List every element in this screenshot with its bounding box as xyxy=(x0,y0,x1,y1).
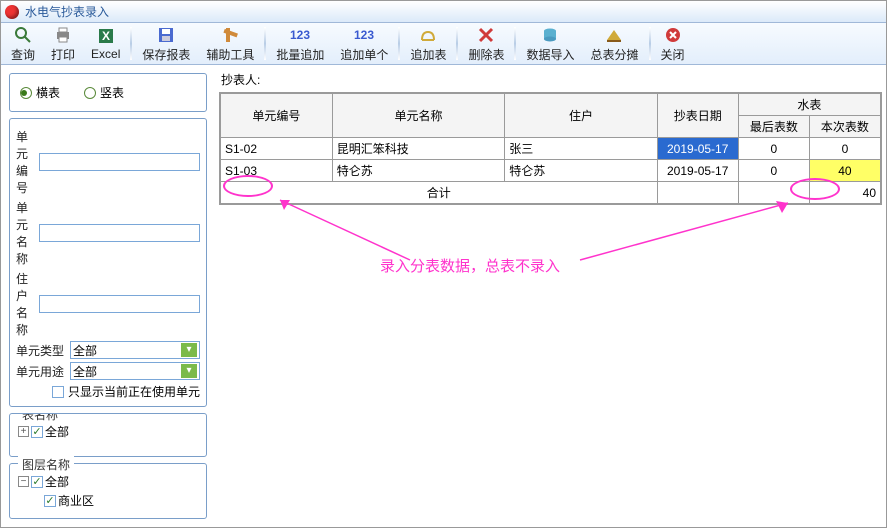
metername-legend: 表名称 xyxy=(18,413,62,423)
col-date[interactable]: 抄表日期 xyxy=(657,94,738,138)
query-icon xyxy=(14,25,32,45)
print-icon xyxy=(54,25,72,45)
tree-node[interactable]: ✓商业区 xyxy=(18,491,198,510)
unituse-select[interactable]: 全部▾ xyxy=(70,362,200,380)
delmeter-icon xyxy=(477,25,495,45)
import-button[interactable]: 数据导入 xyxy=(518,23,582,64)
batchadd-icon: 123 xyxy=(290,25,310,45)
onlyactive-checkbox[interactable] xyxy=(52,386,64,398)
svg-text:123: 123 xyxy=(290,28,310,42)
col-unitno[interactable]: 单元编号 xyxy=(221,94,333,138)
unittype-select[interactable]: 全部▾ xyxy=(70,341,200,359)
radio-horizontal[interactable]: 横表 xyxy=(20,84,60,101)
print-button[interactable]: 打印 xyxy=(43,23,83,64)
unitno-label: 单元编号 xyxy=(16,128,39,196)
col-current[interactable]: 本次表数 xyxy=(809,116,880,138)
close-button[interactable]: 关闭 xyxy=(653,23,693,64)
radio-dot-icon xyxy=(20,87,32,99)
close-icon xyxy=(664,25,682,45)
expand-icon[interactable]: + xyxy=(18,426,29,437)
col-water[interactable]: 水表 xyxy=(738,94,880,116)
annotation-text: 录入分表数据，总表不录入 xyxy=(380,255,560,276)
excel-icon: X xyxy=(97,26,115,46)
batchadd-button[interactable]: 123批量追加 xyxy=(268,23,332,64)
excel-button[interactable]: XExcel xyxy=(83,23,128,64)
addsingle-button[interactable]: 123追加单个 xyxy=(332,23,396,64)
chevron-down-icon: ▾ xyxy=(181,364,197,378)
assist-icon xyxy=(221,25,239,45)
layer-group: 图层名称 −✓全部 ✓商业区 xyxy=(9,463,207,519)
layer-legend: 图层名称 xyxy=(18,456,74,473)
unitname-label: 单元名称 xyxy=(16,199,39,267)
window-title: 水电气抄表录入 xyxy=(25,3,109,20)
query-button[interactable]: 查询 xyxy=(3,23,43,64)
radio-vertical[interactable]: 竖表 xyxy=(84,84,124,101)
data-table: 单元编号 单元名称 住户 抄表日期 水表 最后表数 本次表数 S1-02 昆明汇… xyxy=(219,92,882,205)
table-total-row: 合计 40 xyxy=(221,182,881,204)
svg-text:123: 123 xyxy=(354,28,374,42)
split-icon xyxy=(605,25,623,45)
table-row[interactable]: S1-03 特仑苏 特仑苏 2019-05-17 0 40 xyxy=(221,160,881,182)
unitname-input[interactable] xyxy=(39,224,200,242)
content-area: 抄表人: 单元编号 单元名称 住户 抄表日期 水表 最后表数 本次表数 S1-0… xyxy=(215,65,886,527)
tree-checkbox[interactable]: ✓ xyxy=(31,476,43,488)
filter-group: 单元编号 单元名称 住户名称 单元类型全部▾ 单元用途全部▾ 只显示当前正在使用… xyxy=(9,118,207,407)
addmeter-button[interactable]: 追加表 xyxy=(402,23,454,64)
radio-dot-icon xyxy=(84,87,96,99)
col-last[interactable]: 最后表数 xyxy=(738,116,809,138)
resident-label: 住户名称 xyxy=(16,270,39,338)
chevron-down-icon: ▾ xyxy=(181,343,197,357)
import-icon xyxy=(541,25,559,45)
addsingle-icon: 123 xyxy=(354,25,374,45)
unitno-input[interactable] xyxy=(39,153,200,171)
title-bar: 水电气抄表录入 xyxy=(1,1,886,23)
onlyactive-label: 只显示当前正在使用单元 xyxy=(68,383,200,400)
resident-input[interactable] xyxy=(39,295,200,313)
tree-checkbox[interactable]: ✓ xyxy=(31,426,43,438)
save-button[interactable]: 保存报表 xyxy=(134,23,198,64)
sidebar: 横表 竖表 单元编号 单元名称 住户名称 单元类型全部▾ 单元用途全部▾ 只显示… xyxy=(1,65,215,527)
delmeter-button[interactable]: 删除表 xyxy=(460,23,512,64)
split-button[interactable]: 总表分摊 xyxy=(582,23,646,64)
unittype-label: 单元类型 xyxy=(16,342,70,359)
reader-label: 抄表人: xyxy=(221,71,882,88)
tree-checkbox[interactable]: ✓ xyxy=(44,495,56,507)
addmeter-icon xyxy=(419,25,437,45)
tree-node[interactable]: −✓全部 xyxy=(18,472,198,491)
col-unitname[interactable]: 单元名称 xyxy=(332,94,505,138)
collapse-icon[interactable]: − xyxy=(18,476,29,487)
orientation-group: 横表 竖表 xyxy=(9,73,207,112)
unituse-label: 单元用途 xyxy=(16,363,70,380)
save-icon xyxy=(157,25,175,45)
svg-text:X: X xyxy=(102,29,110,43)
col-resident[interactable]: 住户 xyxy=(505,94,657,138)
table-row[interactable]: S1-02 昆明汇笨科技 张三 2019-05-17 0 0 xyxy=(221,138,881,160)
assist-button[interactable]: 辅助工具 xyxy=(198,23,262,64)
app-icon xyxy=(5,5,19,19)
tree-node[interactable]: +✓全部 xyxy=(18,422,198,441)
toolbar: 查询打印XExcel保存报表辅助工具123批量追加123追加单个追加表删除表数据… xyxy=(1,23,886,65)
metername-group: 表名称 +✓全部 xyxy=(9,413,207,457)
